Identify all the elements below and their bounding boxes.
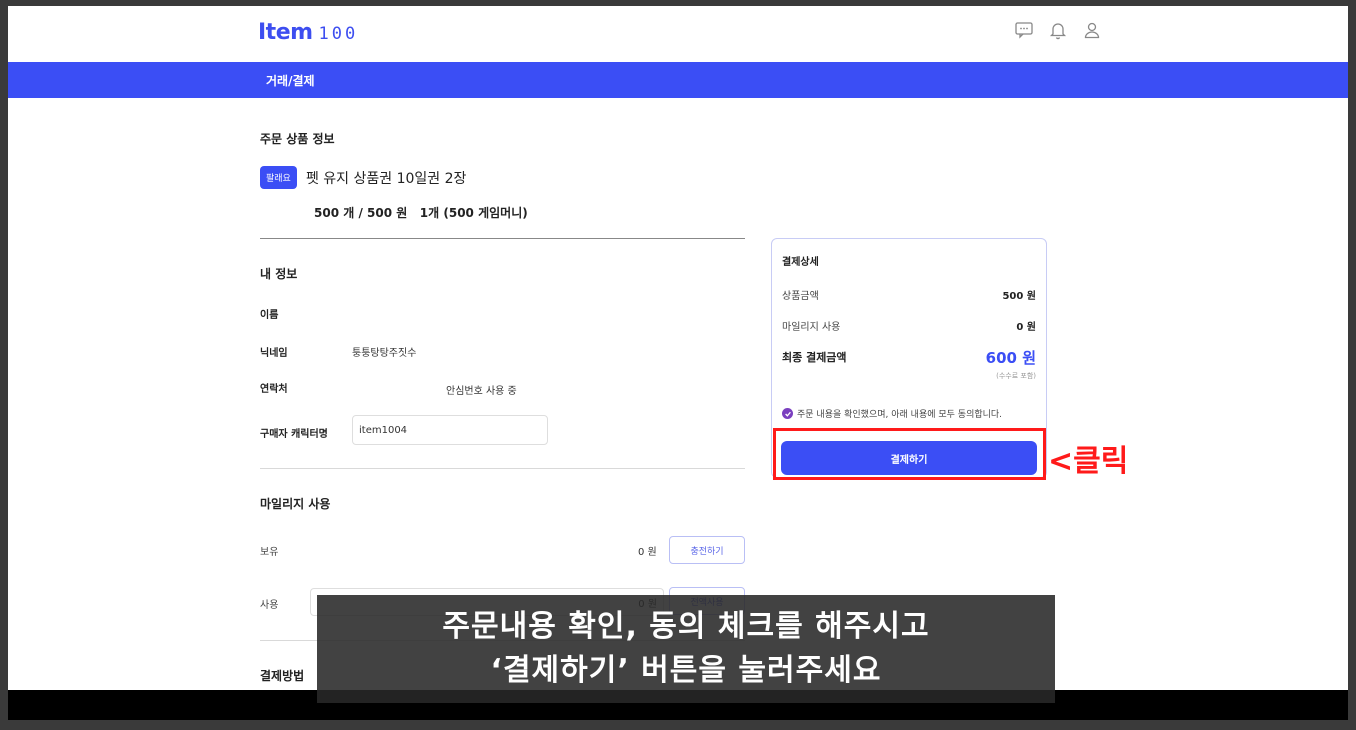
- agree-checkbox[interactable]: [782, 408, 793, 419]
- name-label: 이름: [260, 310, 279, 321]
- my-info-title-wrap: 내 정보: [260, 265, 745, 282]
- mileage-used-label: 마일리지 사용: [782, 322, 841, 333]
- browser-page: Item 100 거래/결제 주문 상품 정보 팔래요 펫 유지 상품권 10일권…: [8, 6, 1348, 720]
- buyer-character-input[interactable]: item1004: [352, 415, 548, 445]
- section-divider: [260, 468, 745, 469]
- total-amount-label: 최종 결제금액: [782, 351, 847, 364]
- order-price-row: 500 개 / 500 원 1개 (500 게임머니): [314, 202, 799, 221]
- bell-icon[interactable]: [1048, 20, 1068, 40]
- product-name: 펫 유지 상품권 10일권 2장: [305, 170, 467, 187]
- mileage-title: 마일리지 사용: [260, 497, 331, 511]
- product-amount-value: 500 원: [1002, 291, 1036, 302]
- site-header: Item 100: [8, 6, 1348, 62]
- summary-title: 결제상세: [782, 257, 819, 268]
- page-nav-bar: 거래/결제: [8, 62, 1348, 98]
- nav-title: 거래/결제: [266, 74, 315, 88]
- buyer-character-label: 구매자 캐릭터명: [260, 429, 328, 440]
- agree-row[interactable]: 주문 내용을 확인했으며, 아래 내용에 모두 동의합니다.: [782, 407, 1002, 420]
- user-icon[interactable]: [1082, 20, 1102, 40]
- agree-text: 주문 내용을 확인했으며, 아래 내용에 모두 동의합니다.: [797, 410, 1003, 420]
- subtitle-caption: 주문내용 확인, 동의 체크를 해주시고 ‘결제하기’ 버튼을 눌러주세요: [317, 595, 1055, 703]
- caption-line-1: 주문내용 확인, 동의 체크를 해주시고: [442, 609, 930, 644]
- total-amount-row: 최종 결제금액 600 원: [782, 349, 1036, 367]
- my-info-title: 내 정보: [260, 267, 298, 281]
- mileage-use-label: 사용: [260, 600, 279, 611]
- buyer-character-value: item1004: [359, 424, 408, 436]
- product-price-line: 500 개 / 500 원 1개 (500 게임머니): [314, 206, 528, 220]
- mileage-hold-value: 0 원: [638, 547, 657, 558]
- mileage-title-wrap: 마일리지 사용: [260, 495, 745, 512]
- product-amount-label: 상품금액: [782, 291, 819, 302]
- header-icons: [1014, 20, 1102, 40]
- total-amount-value: 600 원: [985, 349, 1036, 367]
- order-section-title-wrap: 주문 상품 정보: [260, 130, 745, 147]
- chat-icon[interactable]: [1014, 20, 1034, 40]
- charge-button[interactable]: 충전하기: [669, 536, 745, 564]
- sell-badge: 팔래요: [260, 166, 297, 189]
- nickname-value: 퉁퉁탕탕주짓수: [352, 348, 417, 359]
- logo-number: 100: [318, 24, 359, 44]
- section-divider: [260, 238, 745, 239]
- click-annotation: <클릭: [1048, 444, 1129, 479]
- contact-value: 안심번호 사용 중: [446, 386, 517, 397]
- product-amount-row: 상품금액 500 원: [782, 287, 1036, 302]
- mileage-used-value: 0 원: [1016, 322, 1036, 333]
- caption-line-2: ‘결제하기’ 버튼을 눌러주세요: [490, 653, 882, 688]
- order-product-row: 팔래요 펫 유지 상품권 10일권 2장: [260, 166, 745, 189]
- contact-label: 연락처: [260, 384, 288, 395]
- mileage-hold-label: 보유: [260, 547, 279, 558]
- nickname-label: 닉네임: [260, 348, 288, 359]
- order-section-title: 주문 상품 정보: [260, 132, 335, 146]
- mileage-used-row: 마일리지 사용 0 원: [782, 318, 1036, 333]
- fee-note: (수수료 포함): [996, 372, 1036, 380]
- site-logo[interactable]: Item 100: [258, 20, 358, 45]
- logo-text: Item: [258, 20, 313, 45]
- click-highlight-box: [773, 428, 1046, 480]
